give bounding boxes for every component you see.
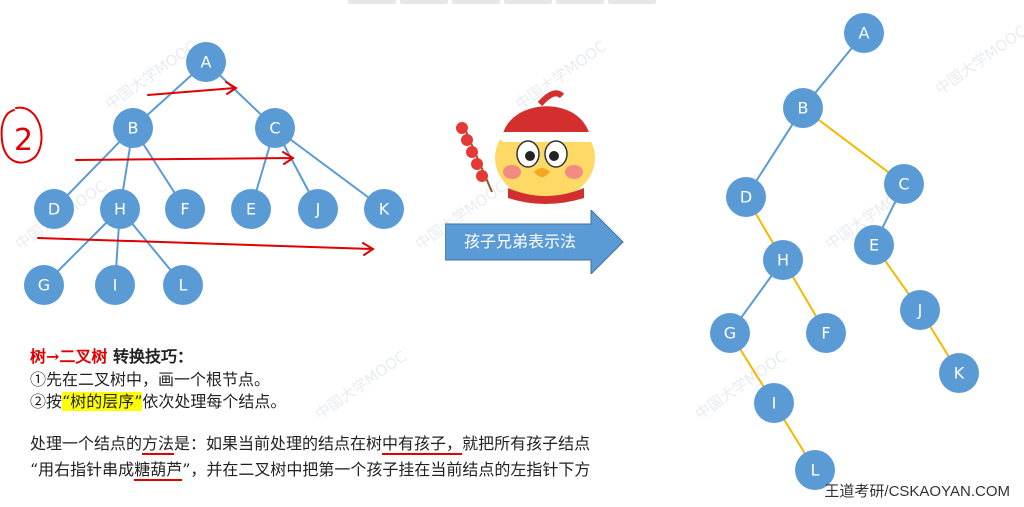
binary-node-D: D [726, 177, 766, 217]
method-text: 处理一个结点的 [30, 434, 143, 453]
left-tree-nodes: A B C D H F E J K G I L [24, 42, 404, 305]
svg-text:H: H [777, 251, 789, 270]
method-description: 处理一个结点的方法是：如果当前处理的结点在树中有孩子，就把所有孩子结点 “用右指… [30, 431, 750, 483]
method-text: ”，并在二叉树中把第一个孩子挂在当前结点的左指针下方 [182, 460, 591, 479]
mascot-illustration [456, 84, 595, 204]
svg-text:L: L [811, 461, 820, 480]
svg-text:I: I [113, 276, 118, 295]
svg-text:C: C [898, 175, 909, 194]
svg-text:B: B [798, 99, 809, 118]
tips-title: 树→二叉树 转换技巧： [30, 345, 750, 369]
tree-node-B: B [113, 108, 153, 148]
binary-node-E: E [854, 225, 894, 265]
tree-node-A: A [186, 42, 226, 82]
step2-highlight: “树的层序” [62, 392, 143, 411]
binary-node-H: H [763, 240, 803, 280]
method-underline-method: 方法 [142, 434, 175, 455]
tree-node-E: E [231, 189, 271, 229]
title-arrow: → [46, 347, 60, 366]
svg-text:E: E [869, 236, 879, 255]
level-arrow-3 [37, 237, 375, 256]
tree-node-H: H [100, 189, 140, 229]
watermark: 中国大学MOOC [102, 37, 200, 113]
left-tree-edges [43, 61, 385, 286]
method-text: “用右指针串成 [30, 460, 135, 479]
method-line-1: 处理一个结点的方法是：如果当前处理的结点在树中有孩子，就把所有孩子结点 [30, 431, 750, 457]
svg-text:E: E [246, 200, 256, 219]
step2-suffix: 依次处理每个结点。 [142, 392, 287, 411]
svg-text:L: L [179, 276, 188, 295]
method-line-2: “用右指针串成糖葫芦”，并在二叉树中把第一个孩子挂在当前结点的左指针下方 [30, 457, 750, 483]
binary-node-F: F [806, 313, 846, 353]
svg-text:K: K [379, 200, 390, 219]
svg-text:C: C [269, 119, 280, 138]
svg-text:G: G [38, 276, 50, 295]
tip-step-1: ①先在二叉树中，画一个根节点。 [30, 370, 271, 389]
step2-prefix: ②按 [30, 392, 63, 411]
binary-node-I: I [754, 383, 794, 423]
binary-node-B: B [783, 88, 823, 128]
binary-node-K: K [939, 353, 979, 393]
arrow-label: 孩子兄弟表示法 [463, 232, 576, 251]
method-text: 就把所有孩子结点 [462, 434, 591, 453]
svg-text:B: B [128, 119, 139, 138]
tree-node-F: F [165, 189, 205, 229]
red-annotations: 2 [0, 81, 375, 256]
tree-node-L: L [163, 265, 203, 305]
svg-text:J: J [917, 301, 923, 320]
conversion-tips: 树→二叉树 转换技巧： ①先在二叉树中，画一个根节点。 ②按“树的层序”依次处理… [30, 345, 750, 483]
svg-text:I: I [772, 394, 777, 413]
title-tree: 树 [30, 347, 47, 366]
svg-text:D: D [740, 188, 752, 207]
watermark: 中国大学MOOC [932, 22, 1024, 98]
binary-node-A: A [844, 13, 884, 53]
svg-text:D: D [48, 200, 60, 219]
method-text: 是：如果当前处理的结点在树 [174, 434, 383, 453]
svg-text:A: A [201, 53, 212, 72]
svg-text:J: J [315, 200, 321, 219]
svg-text:G: G [724, 324, 736, 343]
svg-text:K: K [954, 364, 965, 383]
tree-node-D: D [34, 189, 74, 229]
svg-text:F: F [180, 200, 189, 219]
annotation-number: 2 [14, 123, 33, 158]
tree-node-C: C [255, 108, 295, 148]
tree-node-J: J [298, 189, 338, 229]
footer-brand: 王道考研/CSKAOYAN.COM [824, 483, 1010, 500]
svg-text:A: A [859, 24, 870, 43]
tree-node-I: I [95, 265, 135, 305]
title-binary-tree: 二叉树 [59, 347, 108, 366]
binary-node-J: J [900, 290, 940, 330]
tree-node-G: G [24, 265, 64, 305]
svg-text:H: H [114, 200, 126, 219]
method-underline-tanghulu: 糖葫芦 [134, 460, 183, 481]
level-arrow-1 [147, 81, 238, 96]
tip-step-2: ②按“树的层序”依次处理每个结点。 [30, 391, 750, 413]
title-rest: 转换技巧： [107, 347, 194, 366]
method-underline-has-children: 中有孩子， [382, 434, 463, 455]
svg-text:F: F [821, 324, 830, 343]
tree-node-K: K [364, 189, 404, 229]
binary-node-C: C [884, 164, 924, 204]
transform-arrow: 孩子兄弟表示法 [444, 208, 625, 276]
